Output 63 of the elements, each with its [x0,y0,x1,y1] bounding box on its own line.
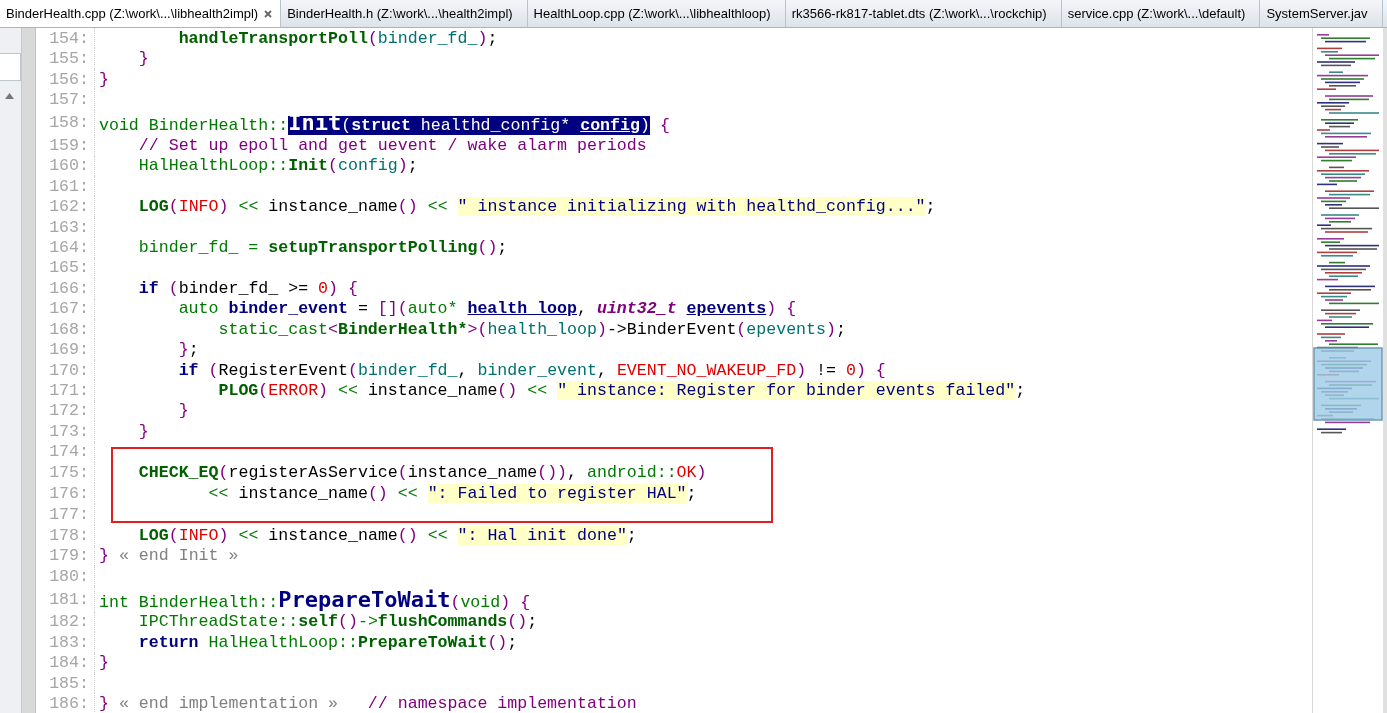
code-line: handleTransportPoll(binder_fd_); [177,28,498,48]
scroll-up-icon[interactable] [5,93,14,99]
code-line: }; [177,340,199,360]
line-number: 155: [36,48,95,69]
line-number: 172: [36,400,95,422]
code-line: } [137,421,149,441]
code-line: } [98,653,109,673]
code-line: } « end Init » [98,546,239,566]
file-tab[interactable]: BinderHealth.h (Z:\work\...\health2impl) [281,0,528,27]
code-line: HalHealthLoop::Init(config); [137,156,418,176]
line-number: 165: [36,257,95,279]
line-number: 173: [36,421,95,442]
panel-field[interactable] [0,53,21,81]
line-number: 166: [36,278,95,299]
line-number: 174: [36,441,95,463]
code-line: int BinderHealth::PrepareToWait(void) { [98,586,531,612]
line-number: 157: [36,89,95,110]
code-line: } « end implementation » // namespace implementation [98,694,637,713]
line-number: 161: [36,175,95,197]
file-tab[interactable]: HealthLoop.cpp (Z:\work\...\libhealthloop) [527,0,786,27]
code-line: binder_fd_ = setupTransportPolling(); [137,237,508,257]
line-number: 158: [36,109,95,136]
file-tab[interactable]: BinderHealth.cpp (Z:\work\...\libhealth2impl) [0,0,282,27]
line-number: 162: [36,196,95,217]
code-line: static_cast<BinderHealth*>(health_loop)->BinderEvent(epevents); [217,319,846,339]
line-number: 180: [36,565,95,587]
code-line: } [137,49,149,69]
line-number: 169: [36,339,95,360]
line-number: 178: [36,525,95,546]
line-number: 175: [36,462,95,484]
line-number: 186: [36,693,95,713]
line-number: 159: [36,135,95,156]
line-number: 164: [36,237,95,258]
line-number: 181: [36,586,95,612]
code-line: } [98,69,109,89]
code-line: CHECK_EQ(registerAsService(instance_name()), android::OK) [137,463,707,483]
code-line: } [177,401,189,421]
line-number: 171: [36,380,95,401]
line-number: 156: [36,68,95,90]
line-number: 185: [36,673,95,694]
line-number: 184: [36,652,95,673]
code-line: return HalHealthLoop::PrepareToWait(); [137,632,518,652]
close-icon[interactable] [264,9,273,18]
line-number: 160: [36,155,95,176]
line-number: 170: [36,359,95,381]
code-line: // Set up epoll and get uevent / wake alarm periods [137,135,647,155]
line-number: 183: [36,632,95,653]
line-number: 182: [36,611,95,633]
code-line: auto binder_event = [](auto* health_loop, uint32_t epevents) { [177,299,797,319]
line-number: 177: [36,504,95,526]
line-number: 168: [36,319,95,340]
line-number: 176: [36,483,95,505]
code-line: LOG(INFO) << instance_name() << ": Hal init done"; [137,525,637,545]
code-line: if (binder_fd_ >= 0) { [137,278,358,298]
file-tab[interactable]: SystemServer.jav [1260,0,1383,27]
file-tab[interactable]: rk3566-rk817-tablet.dts (Z:\work\...\rockchip) [785,0,1062,27]
line-number: 167: [36,298,95,319]
line-number: 154: [36,28,95,49]
line-number: 163: [36,216,95,238]
line-number: 179: [36,545,95,566]
code-line: IPCThreadState::self()->flushCommands(); [137,612,538,632]
file-tab[interactable]: service.cpp (Z:\work\...\default) [1061,0,1261,27]
code-line: if (RegisterEvent(binder_fd_, binder_event, EVENT_NO_WAKEUP_FD) != 0) { [177,360,886,380]
